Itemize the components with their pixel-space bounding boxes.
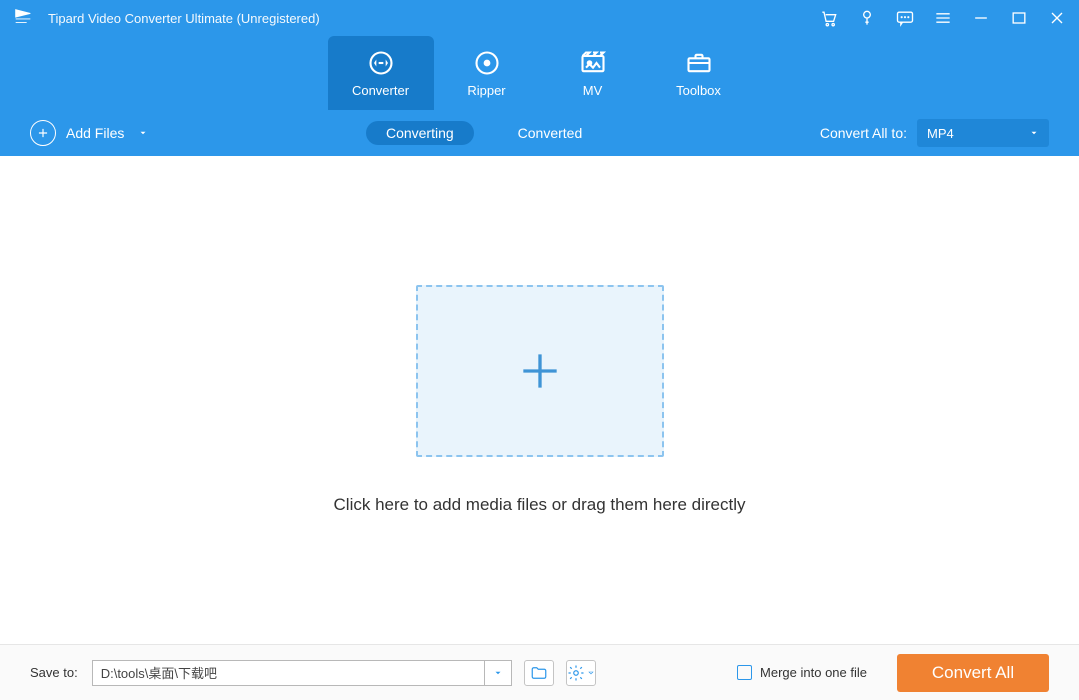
save-to-label: Save to: [30,665,78,680]
convert-all-to-label: Convert All to: [820,125,907,141]
chevron-down-icon [138,128,148,138]
save-path-box [92,660,512,686]
add-media-dropzone[interactable] [416,285,664,457]
main-nav: Converter Ripper MV Toolbox [0,36,1079,110]
save-path-dropdown[interactable] [484,660,512,686]
converter-icon [367,49,395,77]
tab-label: Ripper [467,83,505,98]
tab-label: Toolbox [676,83,721,98]
add-files-button[interactable]: Add Files [30,120,148,146]
tab-mv[interactable]: MV [540,36,646,110]
gear-icon [567,664,585,682]
chevron-down-icon [587,669,595,677]
plus-icon [30,120,56,146]
subtab-converted[interactable]: Converted [498,121,603,145]
format-value: MP4 [927,126,954,141]
menu-icon[interactable] [933,8,953,28]
close-icon[interactable] [1047,8,1067,28]
toolbox-icon [685,49,713,77]
merge-label: Merge into one file [760,665,867,680]
mv-icon [579,49,607,77]
main-area: Click here to add media files or drag th… [0,156,1079,644]
convert-all-button[interactable]: Convert All [897,654,1049,692]
chevron-down-icon [493,668,503,678]
subtab-converting[interactable]: Converting [366,121,474,145]
feedback-icon[interactable] [895,8,915,28]
merge-checkbox[interactable]: Merge into one file [737,665,867,680]
open-folder-button[interactable] [524,660,554,686]
checkbox-icon [737,665,752,680]
maximize-icon[interactable] [1009,8,1029,28]
app-logo-icon [12,7,34,29]
plus-icon [515,346,565,396]
tab-ripper[interactable]: Ripper [434,36,540,110]
tab-converter[interactable]: Converter [328,36,434,110]
cart-icon[interactable] [819,8,839,28]
tab-label: MV [583,83,603,98]
dropzone-hint: Click here to add media files or drag th… [334,495,746,515]
key-icon[interactable] [857,8,877,28]
chevron-down-icon [1029,128,1039,138]
sub-bar: Add Files Converting Converted Convert A… [0,110,1079,156]
window-title: Tipard Video Converter Ultimate (Unregis… [48,11,819,26]
save-path-input[interactable] [92,660,484,686]
ripper-icon [473,49,501,77]
add-files-label: Add Files [66,125,124,141]
settings-button[interactable] [566,660,596,686]
tab-toolbox[interactable]: Toolbox [646,36,752,110]
minimize-icon[interactable] [971,8,991,28]
bottom-bar: Save to: Merge into one file Convert All [0,644,1079,700]
tab-label: Converter [352,83,409,98]
title-bar: Tipard Video Converter Ultimate (Unregis… [0,0,1079,36]
folder-icon [530,664,548,682]
output-format-dropdown[interactable]: MP4 [917,119,1049,147]
